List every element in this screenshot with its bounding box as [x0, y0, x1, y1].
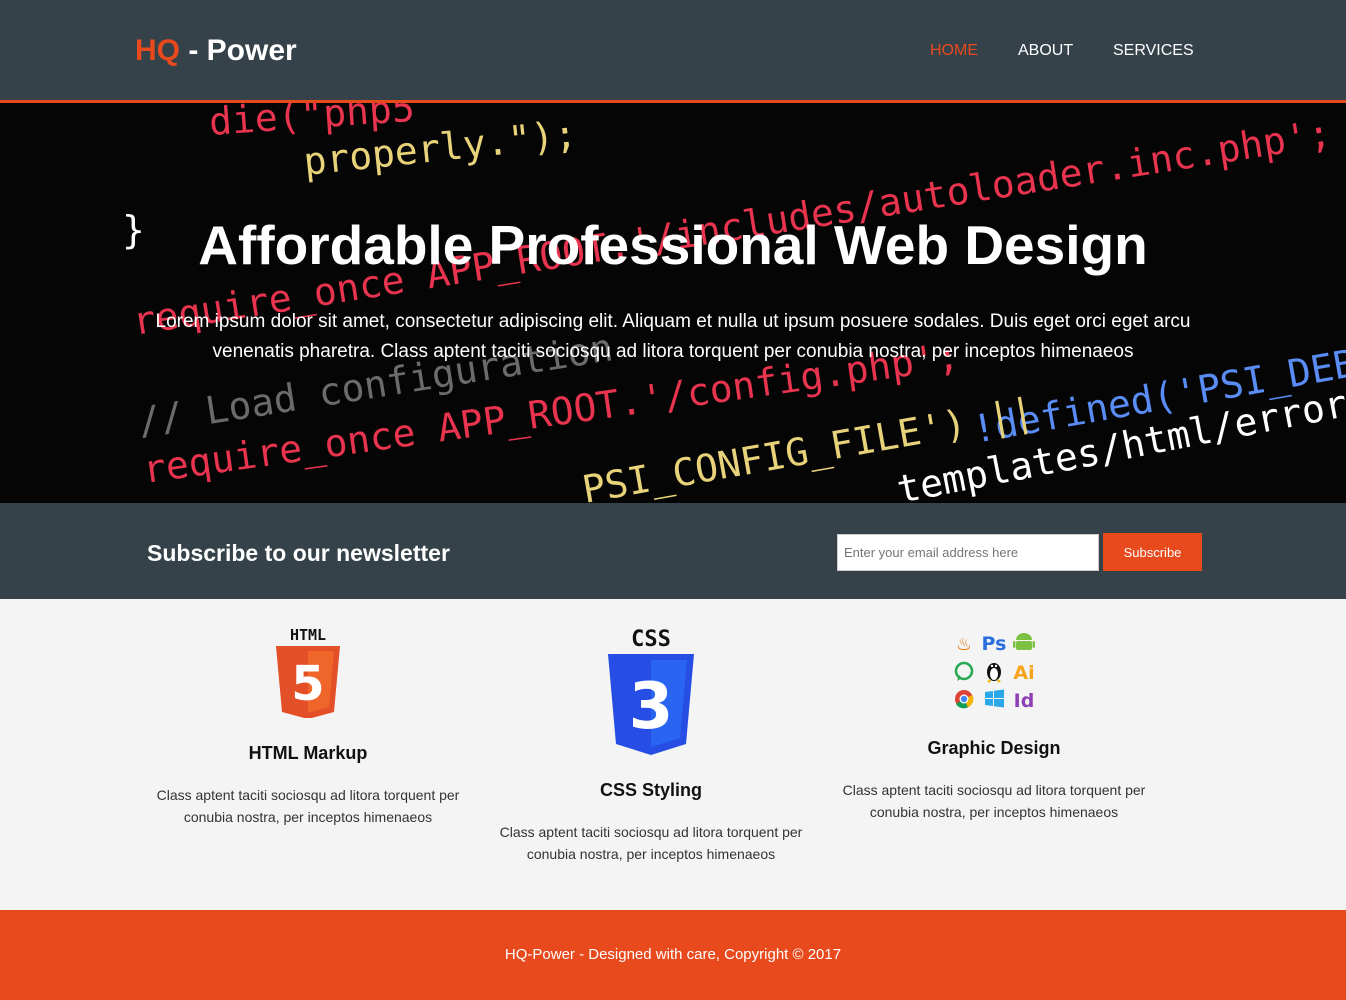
svg-text:5: 5 — [291, 656, 324, 712]
indesign-icon: Id — [1014, 690, 1035, 712]
hero-text: Lorem ipsum dolor sit amet, consectetur … — [155, 311, 1191, 362]
feature-title-graphic: Graphic Design — [927, 738, 1061, 758]
code-background-image: die("php5" properly."); } require_once A… — [122, 103, 1346, 503]
linux-icon — [987, 663, 1001, 683]
css3-icon: CSS 3 — [608, 627, 694, 755]
svg-text:♨: ♨ — [956, 634, 972, 655]
nav-home[interactable]: HOME — [930, 42, 978, 60]
feature-text-graphic: Class aptent taciti sociosqu ad litora t… — [842, 782, 1146, 820]
photoshop-icon: Ps — [982, 633, 1007, 655]
windows-icon — [985, 689, 1004, 708]
feature-title-html: HTML Markup — [248, 743, 368, 763]
chrome-icon — [955, 690, 974, 709]
svg-text:Ps: Ps — [982, 633, 1007, 655]
java-icon: ♨ — [956, 634, 972, 655]
features-section: HTML 5 HTML Markup Class aptent taciti s… — [0, 599, 1346, 910]
feature-text-html: Class aptent taciti sociosqu ad litora t… — [156, 787, 460, 825]
illustrator-icon: Ai — [1013, 662, 1034, 684]
svg-text:Ai: Ai — [1013, 662, 1034, 684]
showcase-hero: die("php5" properly."); } require_once A… — [0, 103, 1346, 503]
feature-title-css: CSS Styling — [599, 780, 702, 800]
feature-text-css: Class aptent taciti sociosqu ad litora t… — [499, 824, 803, 862]
newsletter-section: Subscribe to our newsletter Subscribe — [0, 503, 1346, 599]
site-footer: HQ-Power - Designed with care, Copyright… — [0, 910, 1346, 1000]
android-icon — [1013, 633, 1035, 650]
html5-icon: HTML 5 — [276, 626, 340, 718]
graphic-design-icons: ♨ Ps Ai Id — [954, 633, 1035, 712]
footer-copyright: HQ-Power - Designed with care, Copyright… — [504, 946, 842, 963]
nav-about[interactable]: ABOUT — [1018, 42, 1073, 60]
svg-text:3: 3 — [629, 670, 674, 744]
svg-text:CSS: CSS — [631, 627, 671, 652]
main-nav: HOME ABOUT SERVICES — [0, 42, 1346, 62]
newsletter-heading: Subscribe to our newsletter — [147, 540, 450, 566]
whatsapp-icon — [954, 661, 974, 681]
hero-title: Affordable Professional Web Design — [198, 214, 1148, 276]
svg-text:HTML: HTML — [290, 626, 326, 644]
nav-services[interactable]: SERVICES — [1113, 42, 1194, 60]
email-input[interactable] — [837, 534, 1099, 571]
svg-text:Id: Id — [1014, 690, 1035, 712]
subscribe-button[interactable]: Subscribe — [1103, 533, 1202, 571]
site-header: HQ - Power HOME ABOUT SERVICES — [0, 0, 1346, 103]
